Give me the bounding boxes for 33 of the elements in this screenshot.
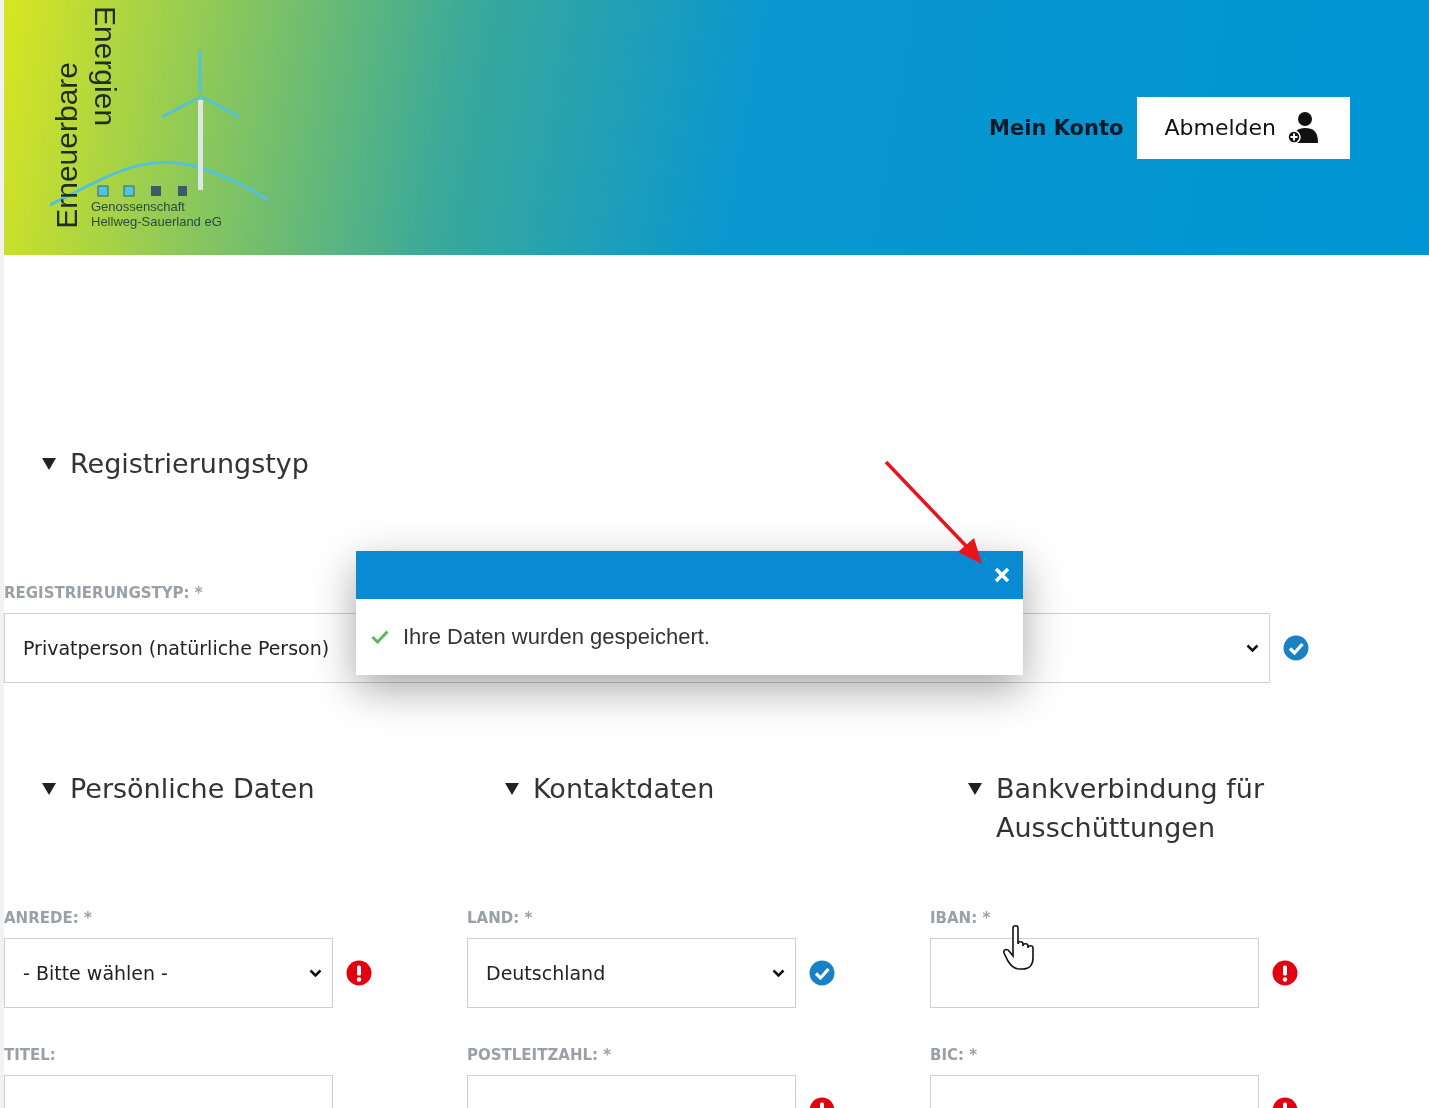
logo-text: Energien (90, 6, 120, 127)
section-title: Persönliche Daten (70, 772, 315, 806)
chevron-down-icon (309, 968, 322, 978)
collapse-triangle-icon[interactable] (42, 458, 56, 470)
close-icon (993, 566, 1011, 584)
section-title: Registrierungstyp (70, 447, 309, 481)
checkmark-icon (371, 630, 389, 644)
logo-subtitle: Genossenschaft (91, 200, 185, 213)
collapse-triangle-icon[interactable] (505, 783, 519, 795)
section-title: Kontaktdaten (533, 772, 715, 806)
input-field[interactable] (930, 938, 1259, 1008)
account-link[interactable]: Mein Konto (989, 115, 1124, 140)
chevron-down-icon (772, 968, 785, 978)
select-field[interactable]: - Bitte wählen - (4, 938, 333, 1008)
chevron-down-icon (1246, 643, 1259, 653)
field-label: BIC: * (930, 1046, 979, 1064)
field-label: ANREDE: * (4, 909, 93, 927)
field-label: LAND: * (467, 909, 534, 927)
field-label: TITEL: (4, 1046, 57, 1064)
collapse-triangle-icon[interactable] (42, 783, 56, 795)
close-button[interactable] (993, 566, 1011, 584)
collapse-triangle-icon[interactable] (968, 783, 982, 795)
squares-icon (97, 185, 187, 197)
section-title: Bankverbindung für Ausschüttungen (996, 772, 1266, 845)
success-message: Ihre Daten wurden gespeichert. (403, 624, 710, 650)
field-label: REGISTRIERUNGSTYP: * (4, 584, 204, 602)
field-label: POSTLEITZAHL: * (467, 1046, 613, 1064)
logo-subtitle: Hellweg-Sauerland eG (91, 215, 222, 228)
logo-text: Erneuerbare (52, 62, 82, 229)
field-label: IBAN: * (930, 909, 992, 927)
logout-button[interactable]: Abmelden (1137, 96, 1350, 159)
user-icon (1286, 110, 1320, 145)
select-field[interactable]: Deutschland (467, 938, 796, 1008)
